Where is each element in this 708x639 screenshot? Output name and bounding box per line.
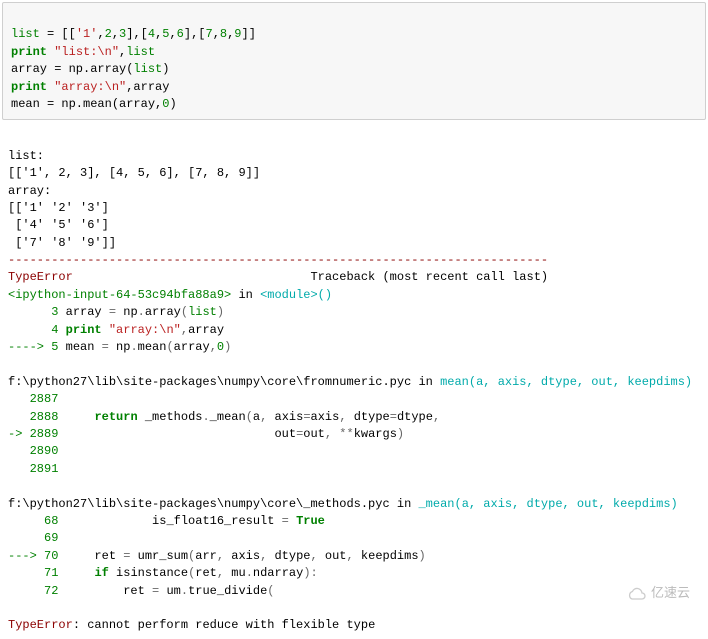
trace-line: 68 is_float16_result = True xyxy=(8,514,325,528)
line-2: print "list:\n",list xyxy=(11,45,155,59)
trace-line: 3 array = np.array(list) xyxy=(8,305,224,319)
blank-line xyxy=(8,479,15,493)
out-line: [['1' '2' '3'] xyxy=(8,201,109,215)
trace-line-current: -> 2889 out=out, **kwargs) xyxy=(8,427,404,441)
trace-line: 4 print "array:\n",array xyxy=(8,323,224,337)
output-cell: list: [['1', 2, 3], [4, 5, 6], [7, 8, 9]… xyxy=(0,126,708,638)
out-line: array: xyxy=(8,184,51,198)
out-line: [['1', 2, 3], [4, 5, 6], [7, 8, 9]] xyxy=(8,166,260,180)
trace-line: 2890 xyxy=(8,444,58,458)
blank-line xyxy=(8,357,15,371)
trace-line: 2888 return _methods._mean(a, axis=axis,… xyxy=(8,410,440,424)
line-1: list = [['1',2,3],[4,5,6],[7,8,9]] xyxy=(11,27,256,41)
traceback-divider: ----------------------------------------… xyxy=(8,253,548,267)
line-3: array = np.array(list) xyxy=(11,62,169,76)
traceback-frame: <ipython-input-64-53c94bfa88a9> in <modu… xyxy=(8,288,332,302)
line-5: mean = np.mean(array,0) xyxy=(11,97,177,111)
trace-line: 2887 xyxy=(8,392,58,406)
out-line: ['7' '8' '9']] xyxy=(8,236,116,250)
trace-line-current: ----> 5 mean = np.mean(array,0) xyxy=(8,340,231,354)
trace-line: 72 ret = um.true_divide( xyxy=(8,584,274,598)
line-4: print "array:\n",array xyxy=(11,80,169,94)
code-input-cell: list = [['1',2,3],[4,5,6],[7,8,9]] print… xyxy=(2,2,706,120)
traceback-final: TypeError: cannot perform reduce with fl… xyxy=(8,618,375,632)
traceback-frame: f:\python27\lib\site-packages\numpy\core… xyxy=(8,375,692,389)
traceback-frame: f:\python27\lib\site-packages\numpy\core… xyxy=(8,497,678,511)
trace-line: 2891 xyxy=(8,462,58,476)
out-line: list: xyxy=(8,149,44,163)
trace-line: 69 xyxy=(8,531,58,545)
trace-line-current: ---> 70 ret = umr_sum(arr, axis, dtype, … xyxy=(8,549,426,563)
blank-line xyxy=(8,601,15,615)
out-line: ['4' '5' '6'] xyxy=(8,218,109,232)
traceback-header: TypeError Traceback (most recent call la… xyxy=(8,270,548,284)
trace-line: 71 if isinstance(ret, mu.ndarray): xyxy=(8,566,318,580)
